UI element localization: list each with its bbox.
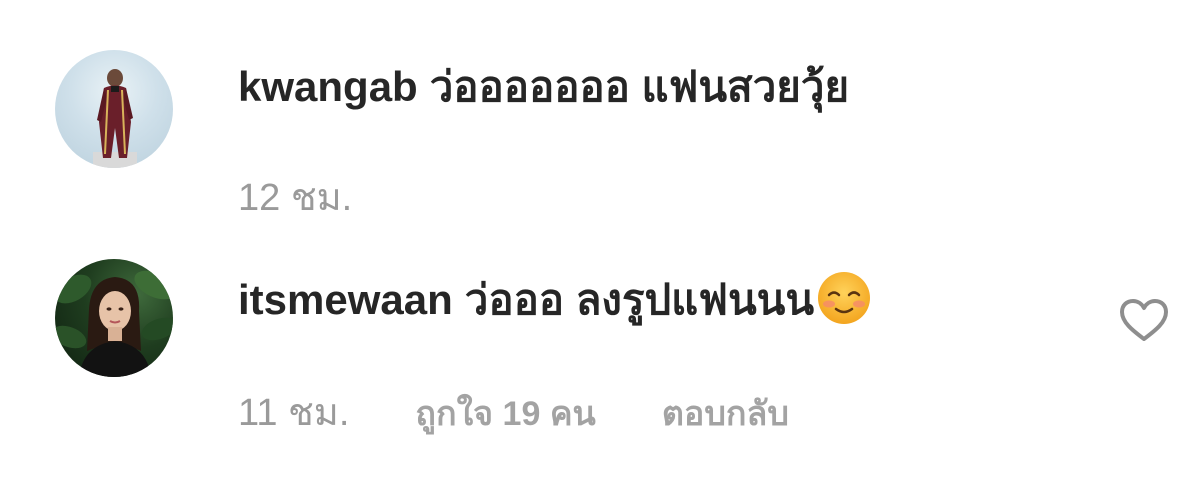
comment-meta: 12 ชม. <box>238 176 352 220</box>
comment-body: kwangab ว่อออออออ แฟนสวยวุ้ย <box>238 62 849 112</box>
comment-item: itsmewaan ว่อออ ลงรูปแฟนนน 11 ชม. ถูกใจ 19… <box>0 240 1200 502</box>
comment-text: ว่อออออออ แฟนสวยวุ้ย <box>429 63 850 110</box>
comment-username[interactable]: itsmewaan <box>238 276 453 323</box>
avatar-image <box>55 270 173 377</box>
comment-body: itsmewaan ว่อออ ลงรูปแฟนนน <box>238 270 872 326</box>
smiling-face-emoji <box>818 272 871 324</box>
comment-item: kwangab ว่อออออออ แฟนสวยวุ้ย 12 ชม. <box>0 0 1200 240</box>
likes-count-link[interactable]: ถูกใจ 19 คน <box>415 392 595 436</box>
comment-timestamp: 12 ชม. <box>238 177 353 219</box>
avatar-image <box>93 69 137 168</box>
avatar[interactable] <box>55 259 173 377</box>
comment-text: ว่อออ ลงรูปแฟนนน <box>464 276 815 323</box>
comment-username[interactable]: kwangab <box>238 63 418 110</box>
reply-button[interactable]: ตอบกลับ <box>662 392 789 436</box>
avatar[interactable] <box>55 50 173 168</box>
comment-meta: 11 ชม. ถูกใจ 19 คน ตอบกลับ <box>238 391 789 436</box>
heart-outline-icon[interactable] <box>1118 297 1170 343</box>
comment-timestamp: 11 ชม. <box>238 392 350 434</box>
